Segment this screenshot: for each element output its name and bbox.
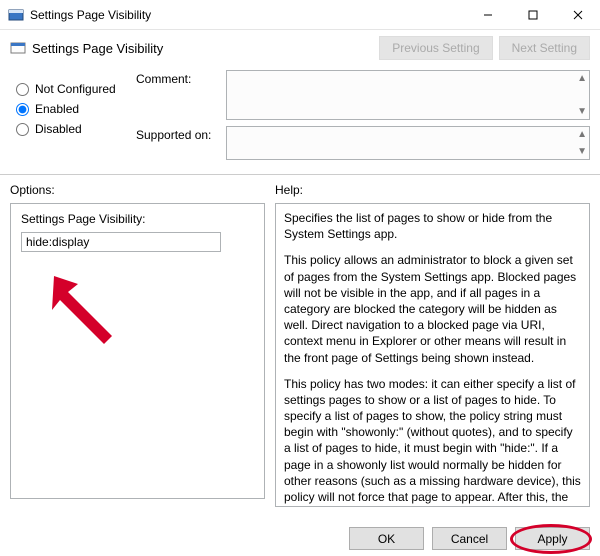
apply-button[interactable]: Apply [515,527,590,550]
state-radios: Not Configured Enabled Disabled [16,70,136,166]
config-area: Not Configured Enabled Disabled Comment:… [0,66,600,175]
options-group: Settings Page Visibility: [10,203,265,499]
radio-not-configured[interactable]: Not Configured [16,82,136,96]
help-paragraph: Specifies the list of pages to show or h… [284,210,581,242]
options-pane: Options: Settings Page Visibility: [10,183,275,507]
close-button[interactable] [555,0,600,30]
help-text[interactable]: Specifies the list of pages to show or h… [275,203,590,507]
cancel-button[interactable]: Cancel [432,527,507,550]
window-title: Settings Page Visibility [30,8,465,22]
scroll-up-icon[interactable]: ▲ [577,73,587,84]
supported-textarea: ▲ ▼ [226,126,590,160]
help-paragraph: This policy allows an administrator to b… [284,252,581,365]
radio-not-configured-label: Not Configured [35,82,116,96]
scroll-down-icon[interactable]: ▼ [577,106,587,117]
lower-panes: Options: Settings Page Visibility: Help:… [0,175,600,507]
comment-label: Comment: [136,70,226,120]
page-title: Settings Page Visibility [32,41,373,56]
radio-enabled-input[interactable] [16,103,29,116]
radio-disabled-input[interactable] [16,123,29,136]
title-bar: Settings Page Visibility [0,0,600,30]
radio-disabled[interactable]: Disabled [16,122,136,136]
header-row: Settings Page Visibility Previous Settin… [0,30,600,66]
visibility-input[interactable] [21,232,221,252]
next-setting-button[interactable]: Next Setting [499,36,590,60]
previous-setting-button[interactable]: Previous Setting [379,36,492,60]
scroll-down-icon[interactable]: ▼ [577,146,587,157]
minimize-button[interactable] [465,0,510,30]
fields-column: Comment: ▲ ▼ Supported on: ▲ ▼ [136,70,590,166]
scroll-up-icon[interactable]: ▲ [577,129,587,140]
supported-label: Supported on: [136,126,226,160]
radio-enabled-label: Enabled [35,102,79,116]
help-paragraph: This policy has two modes: it can either… [284,376,581,507]
maximize-button[interactable] [510,0,555,30]
radio-disabled-label: Disabled [35,122,82,136]
radio-not-configured-input[interactable] [16,83,29,96]
options-field-label: Settings Page Visibility: [21,212,254,226]
app-icon [8,7,24,23]
radio-enabled[interactable]: Enabled [16,102,136,116]
comment-textarea[interactable]: ▲ ▼ [226,70,590,120]
help-section-label: Help: [275,183,590,197]
dialog-footer: OK Cancel Apply [349,527,590,550]
policy-icon [10,40,26,56]
ok-button[interactable]: OK [349,527,424,550]
options-section-label: Options: [10,183,265,197]
help-pane: Help: Specifies the list of pages to sho… [275,183,590,507]
